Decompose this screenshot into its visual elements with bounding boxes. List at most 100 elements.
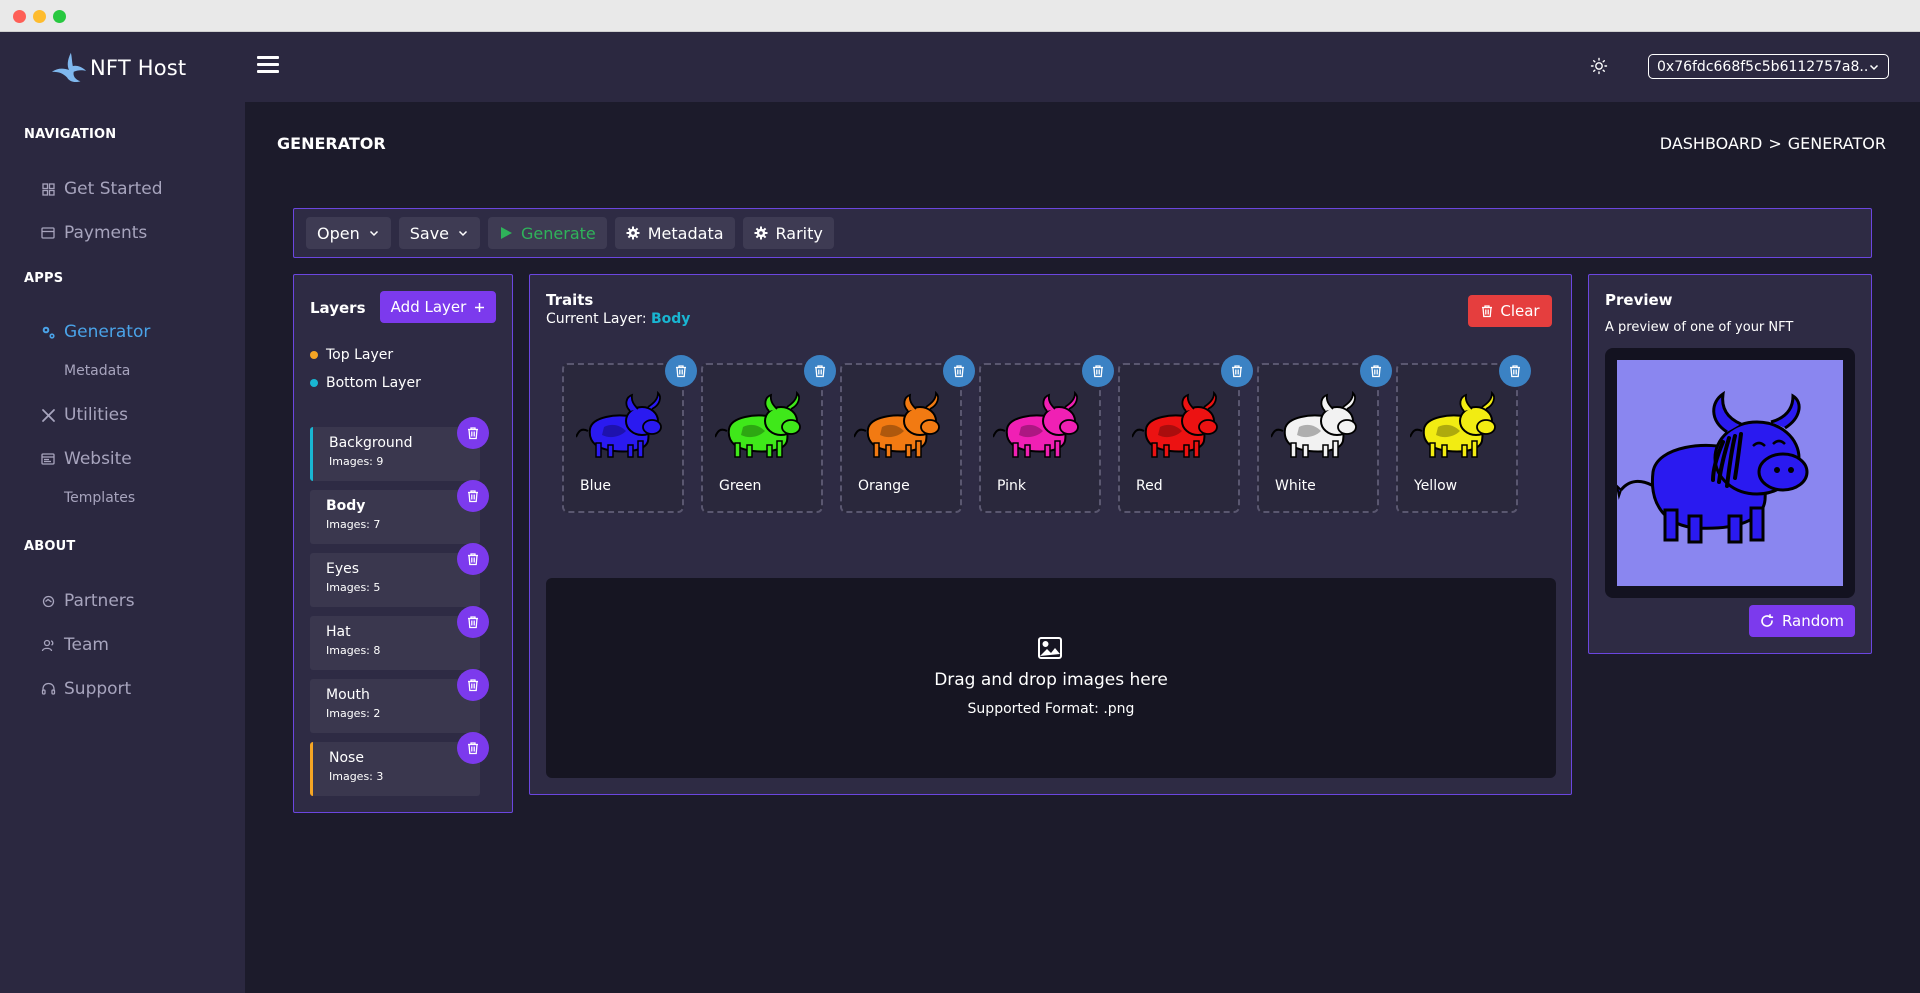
layers-title: Layers [310, 299, 366, 317]
trait-card-yellow[interactable]: Yellow [1396, 363, 1518, 513]
trash-icon [468, 679, 478, 692]
layer-item-hat[interactable]: Hat Images: 8 [310, 616, 480, 670]
delete-layer-button[interactable] [457, 417, 489, 449]
trait-card-red[interactable]: Red [1118, 363, 1240, 513]
theme-toggle-sun-icon[interactable] [1589, 56, 1609, 76]
delete-layer-button[interactable] [457, 606, 489, 638]
generate-label: Generate [521, 223, 596, 243]
delete-trait-button[interactable] [1082, 355, 1114, 387]
nav-support-label: Support [64, 679, 132, 699]
layer-count: Images: 9 [329, 455, 384, 468]
bird-logo-icon [51, 52, 87, 83]
layer-item-mouth[interactable]: Mouth Images: 2 [310, 679, 480, 733]
close-window-button[interactable] [13, 10, 26, 23]
nav-partners[interactable]: Partners [40, 591, 135, 611]
current-layer-label: Current Layer: [546, 311, 647, 327]
nav-website[interactable]: Website [40, 449, 132, 469]
random-preview-button[interactable]: Random [1749, 605, 1855, 637]
clear-traits-button[interactable]: Clear [1468, 295, 1552, 327]
minimize-window-button[interactable] [33, 10, 46, 23]
delete-layer-button[interactable] [457, 543, 489, 575]
legend-dot [310, 351, 318, 359]
random-label: Random [1781, 612, 1845, 630]
generate-button[interactable]: Generate [488, 217, 607, 249]
delete-trait-button[interactable] [665, 355, 697, 387]
section-about: ABOUT [24, 539, 76, 554]
metadata-button[interactable]: Metadata [614, 217, 735, 249]
layer-item-body[interactable]: Body Images: 7 [310, 490, 480, 544]
grid-icon [40, 181, 56, 197]
image-icon [1038, 637, 1062, 659]
breadcrumb-generator: GENERATOR [1787, 134, 1886, 153]
delete-layer-button[interactable] [457, 669, 489, 701]
chevron-down-icon [458, 230, 468, 237]
rarity-label: Rarity [775, 223, 823, 243]
trait-image [576, 390, 662, 458]
rarity-button[interactable]: Rarity [742, 217, 834, 249]
trash-icon [468, 427, 478, 440]
trait-card-orange[interactable]: Orange [840, 363, 962, 513]
save-menu-button[interactable]: Save [398, 217, 481, 249]
chevron-down-icon [369, 230, 378, 237]
trait-name: Pink [997, 478, 1027, 494]
section-navigation: NAVIGATION [24, 127, 117, 142]
trait-image [1410, 390, 1496, 458]
trait-card-pink[interactable]: Pink [979, 363, 1101, 513]
clear-label: Clear [1500, 302, 1540, 320]
open-menu-button[interactable]: Open [306, 217, 391, 249]
add-layer-button[interactable]: Add Layer [380, 291, 496, 323]
nav-team[interactable]: Team [40, 635, 109, 655]
breadcrumb: DASHBOARD > GENERATOR [1660, 134, 1886, 153]
delete-trait-button[interactable] [943, 355, 975, 387]
nav-get-started[interactable]: Get Started [40, 179, 162, 199]
nav-payments[interactable]: Payments [40, 223, 147, 243]
headset-icon [40, 681, 56, 697]
nav-generator[interactable]: Generator [40, 322, 150, 342]
section-apps: APPS [24, 271, 64, 286]
layer-count: Images: 7 [326, 518, 381, 531]
nav-support[interactable]: Support [40, 679, 131, 699]
wallet-address-dropdown[interactable]: 0x76fdc668f5c5b6112757a8... [1648, 54, 1889, 79]
preview-panel: Preview A preview of one of your NFT Ran… [1588, 274, 1872, 654]
layer-count: Images: 8 [326, 644, 381, 657]
nav-payments-label: Payments [64, 223, 148, 243]
trait-name: Green [719, 478, 762, 494]
delete-layer-button[interactable] [457, 480, 489, 512]
delete-trait-button[interactable] [1360, 355, 1392, 387]
delete-trait-button[interactable] [1221, 355, 1253, 387]
layer-item-nose[interactable]: Nose Images: 3 [310, 742, 480, 796]
legend-bottom-layer: Bottom Layer [310, 375, 421, 391]
breadcrumb-dashboard[interactable]: DASHBOARD [1660, 134, 1763, 153]
legend-top-layer: Top Layer [310, 347, 393, 363]
nav-templates[interactable]: Templates [64, 490, 135, 506]
current-layer-indicator: Current Layer: Body [546, 311, 690, 327]
delete-layer-button[interactable] [457, 732, 489, 764]
nav-generator-label: Generator [64, 322, 151, 342]
layers-panel: Layers Add Layer Top Layer Bottom Layer … [293, 274, 513, 813]
delete-trait-button[interactable] [804, 355, 836, 387]
top-bar: 0x76fdc668f5c5b6112757a8... [245, 32, 1920, 102]
credit-card-icon [40, 225, 56, 241]
maximize-window-button[interactable] [53, 10, 66, 23]
layer-item-eyes[interactable]: Eyes Images: 5 [310, 553, 480, 607]
image-dropzone[interactable]: Drag and drop images here Supported Form… [546, 578, 1556, 778]
window-titlebar [0, 0, 1920, 32]
chevron-down-icon [1869, 64, 1879, 70]
trash-icon [468, 742, 478, 755]
layer-item-background[interactable]: Background Images: 9 [310, 427, 480, 481]
preview-description: A preview of one of your NFT [1605, 320, 1794, 335]
trait-card-green[interactable]: Green [701, 363, 823, 513]
trait-card-white[interactable]: White [1257, 363, 1379, 513]
app-logo[interactable]: NFT Host [50, 50, 186, 86]
nav-utilities[interactable]: Utilities [40, 405, 128, 425]
nav-metadata[interactable]: Metadata [64, 363, 130, 379]
trait-card-blue[interactable]: Blue [562, 363, 684, 513]
plus-icon [475, 302, 485, 312]
layer-count: Images: 5 [326, 581, 381, 594]
delete-trait-button[interactable] [1499, 355, 1531, 387]
handshake-icon [40, 593, 56, 609]
trash-icon [1232, 365, 1242, 378]
hamburger-menu-icon[interactable] [257, 56, 279, 74]
nav-website-label: Website [64, 449, 132, 469]
trash-icon [468, 490, 478, 503]
